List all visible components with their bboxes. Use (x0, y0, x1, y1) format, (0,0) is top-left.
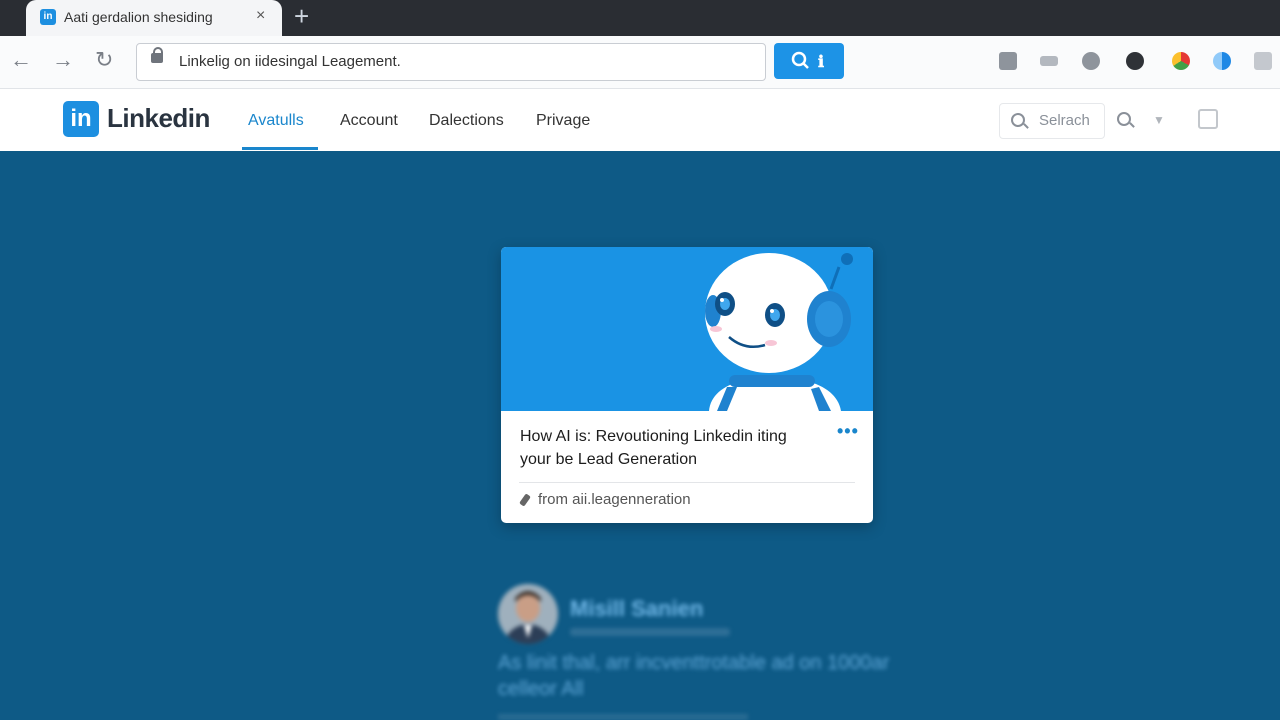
search-go-button[interactable]: ℹ (774, 43, 844, 79)
notes-icon[interactable] (1198, 109, 1218, 129)
article-thumbnail (501, 247, 873, 411)
search-icon (1011, 113, 1025, 127)
more-options-icon[interactable]: ••• (837, 421, 859, 442)
chevron-down-icon[interactable]: ▼ (1153, 113, 1165, 127)
post-text-continued (498, 714, 748, 720)
browser-tab-strip: in Aati gerdalion shesiding × + (0, 0, 1280, 36)
share-icon[interactable] (1040, 56, 1058, 66)
nav-tab-avatulls[interactable]: Avatulls (248, 112, 304, 130)
avatar-photo (498, 584, 558, 644)
forward-icon[interactable]: → (52, 48, 74, 72)
color-ext-icon[interactable] (1213, 52, 1231, 70)
article-title[interactable]: How AI is: Revoutioning Linkedin iting y… (520, 425, 820, 471)
new-tab-icon[interactable]: + (294, 2, 309, 30)
post-author-headline (570, 628, 730, 636)
linkedin-logo-icon[interactable]: in (63, 101, 99, 137)
lock-icon (151, 47, 163, 63)
post-author[interactable]: Misill Sanien (570, 596, 703, 622)
svg-text:ℹ: ℹ (818, 54, 824, 71)
extension-icon[interactable] (1082, 52, 1100, 70)
linkedin-favicon-icon: in (40, 9, 56, 25)
nav-tab-dalections[interactable]: Dalections (429, 112, 504, 130)
lock-status-icon[interactable] (1254, 52, 1272, 70)
dark-ext-icon[interactable] (1126, 52, 1144, 70)
search-filter-icon[interactable] (1117, 112, 1131, 126)
linkedin-wordmark[interactable]: Linkedin (107, 103, 210, 134)
robot-illustration (705, 253, 853, 411)
linkedin-search[interactable]: Selrach (999, 103, 1105, 139)
feed-post[interactable]: Misill Sanien As linit thal, arr incvent… (498, 582, 928, 720)
back-icon[interactable]: ← (10, 48, 32, 72)
home-icon[interactable] (999, 52, 1017, 70)
article-source[interactable]: from aii.leagenneration (538, 491, 691, 508)
card-divider (519, 482, 855, 483)
pin-icon (519, 493, 531, 507)
url-text: Linkelig on iidesingal Leagement. (179, 53, 401, 70)
close-tab-icon[interactable]: × (256, 7, 265, 25)
browser-tab[interactable]: in Aati gerdalion shesiding × (26, 0, 282, 36)
address-bar[interactable]: Linkelig on iidesingal Leagement. (136, 43, 766, 81)
search-icon: ℹ (791, 51, 824, 71)
active-tab-indicator (242, 147, 318, 150)
nav-tab-account[interactable]: Account (340, 112, 398, 130)
reload-icon[interactable]: ↻ (95, 48, 113, 72)
linkedin-header: in Linkedin Avatulls Account Dalections … (0, 89, 1280, 151)
avatar[interactable] (498, 584, 558, 644)
chrome-icon[interactable] (1172, 52, 1190, 70)
article-card[interactable]: How AI is: Revoutioning Linkedin iting y… (501, 247, 873, 523)
tab-title: Aati gerdalion shesiding (64, 9, 213, 25)
search-label: Selrach (1039, 112, 1090, 129)
browser-toolbar: ← → ↻ Linkelig on iidesingal Leagement. … (0, 36, 1280, 89)
post-text: As linit thal, arr incventtrotable ad on… (498, 652, 890, 700)
nav-tab-privage[interactable]: Privage (536, 112, 590, 130)
